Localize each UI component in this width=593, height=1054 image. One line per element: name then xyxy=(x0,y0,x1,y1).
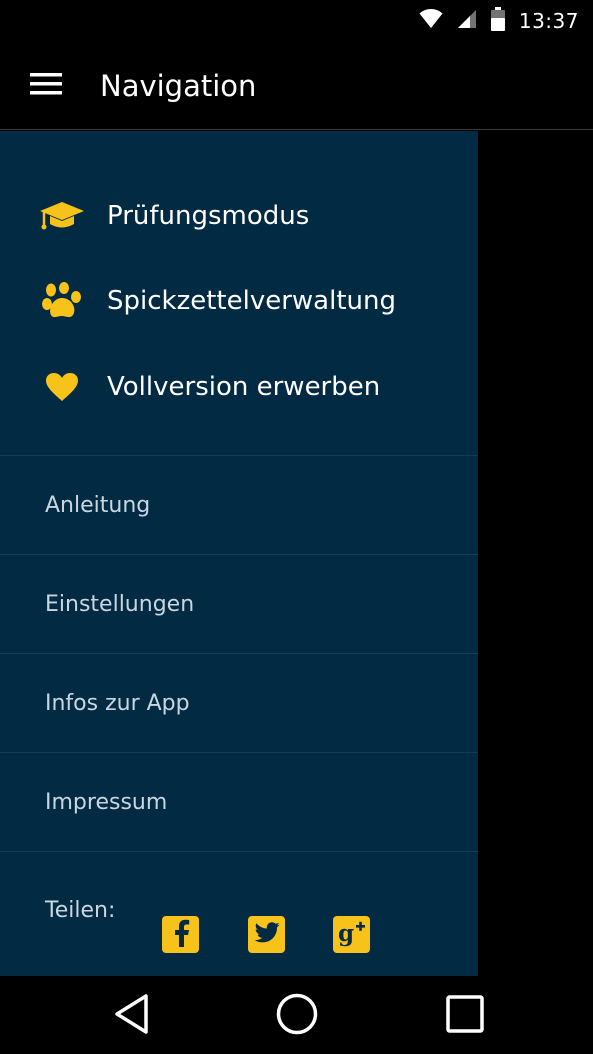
share-twitter-button[interactable] xyxy=(248,916,285,953)
menu-item-vollversion[interactable]: Vollversion erwerben xyxy=(0,344,478,430)
home-icon xyxy=(275,992,319,1040)
menu-item-infos[interactable]: Infos zur App xyxy=(0,654,478,752)
facebook-icon xyxy=(171,919,191,951)
menu-item-label: Infos zur App xyxy=(45,690,190,716)
menu-item-label: Anleitung xyxy=(45,492,151,518)
twitter-icon xyxy=(254,921,280,948)
battery-icon xyxy=(490,7,505,35)
heart-icon xyxy=(38,367,86,407)
back-button[interactable] xyxy=(108,992,156,1040)
svg-text:g: g xyxy=(338,920,354,947)
status-icons: 13:37 xyxy=(419,7,579,35)
menu-item-impressum[interactable]: Impressum xyxy=(0,753,478,851)
content-scrim[interactable] xyxy=(478,131,593,976)
app-bar: Navigation xyxy=(0,42,593,130)
google-plus-icon: g xyxy=(337,919,367,951)
navigation-drawer: Prüfungsmodus Spickzettelverwaltung Voll… xyxy=(0,131,478,976)
primary-menu: Prüfungsmodus Spickzettelverwaltung Voll… xyxy=(0,173,478,430)
back-icon xyxy=(112,993,152,1039)
system-nav-bar xyxy=(0,976,593,1054)
recents-button[interactable] xyxy=(441,992,489,1040)
share-label: Teilen: xyxy=(45,898,116,923)
home-button[interactable] xyxy=(273,992,321,1040)
share-facebook-button[interactable] xyxy=(162,916,199,953)
recents-icon xyxy=(446,995,484,1037)
status-time: 13:37 xyxy=(518,9,579,33)
hamburger-menu-icon xyxy=(30,73,62,99)
share-row: Teilen: g xyxy=(0,853,478,973)
menu-button[interactable] xyxy=(26,66,66,106)
menu-item-pruefungsmodus[interactable]: Prüfungsmodus xyxy=(0,173,478,259)
divider xyxy=(0,851,478,852)
menu-item-label: Prüfungsmodus xyxy=(107,200,310,231)
page-title: Navigation xyxy=(100,69,257,103)
menu-item-einstellungen[interactable]: Einstellungen xyxy=(0,555,478,653)
share-google-plus-button[interactable]: g xyxy=(333,916,370,953)
menu-item-spickzettelverwaltung[interactable]: Spickzettelverwaltung xyxy=(0,259,478,345)
menu-item-label: Spickzettelverwaltung xyxy=(107,286,396,317)
cell-signal-icon xyxy=(457,9,477,33)
status-bar: 13:37 xyxy=(0,0,593,42)
menu-item-label: Impressum xyxy=(45,789,168,815)
menu-item-label: Einstellungen xyxy=(45,591,195,617)
paw-icon xyxy=(38,281,86,321)
menu-item-anleitung[interactable]: Anleitung xyxy=(0,456,478,554)
menu-item-label: Vollversion erwerben xyxy=(107,371,381,402)
wifi-icon xyxy=(419,9,443,33)
graduation-cap-icon xyxy=(38,196,86,236)
